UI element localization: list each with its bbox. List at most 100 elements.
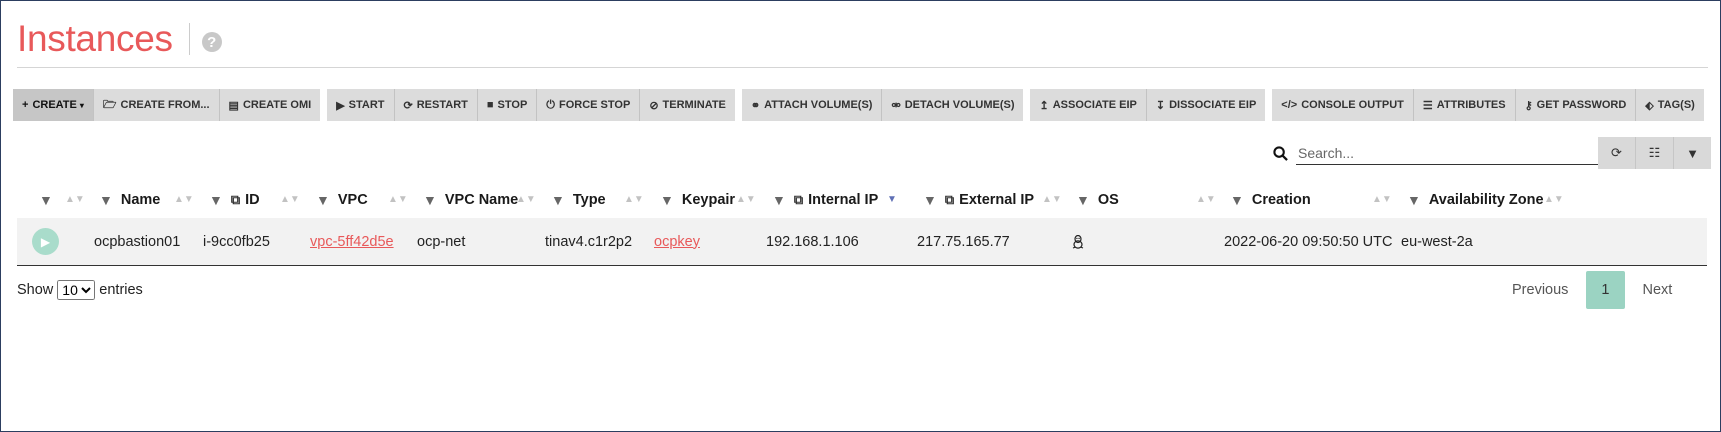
power-group: ▶ START ⟳ RESTART ■ STOP ⏻ FORCE STOP ⊘ TERMI… — [327, 89, 735, 121]
status-cell: ▶ — [32, 218, 59, 265]
console-output-label: CONSOLE OUTPUT — [1301, 99, 1404, 111]
col-type[interactable]: ▼ Type — [551, 181, 606, 218]
linux-icon — [1072, 234, 1084, 249]
col-creation-label: Creation — [1251, 191, 1311, 208]
sort-desc-icon[interactable]: ▼ — [887, 181, 897, 218]
filter-icon: ▼ — [1686, 145, 1699, 161]
filter-icon[interactable]: ▼ — [1407, 192, 1421, 208]
start-button[interactable]: ▶ START — [327, 89, 395, 121]
associate-eip-button[interactable]: ↥ ASSOCIATE EIP — [1030, 89, 1147, 121]
col-creation[interactable]: ▼ Creation — [1230, 181, 1311, 218]
col-external-ip-label: External IP — [959, 191, 1035, 208]
show-label: Show — [17, 282, 54, 298]
search-input[interactable] — [1296, 142, 1600, 165]
action-toolbar: + CREATE ▾ 🗁 CREATE FROM... ▤ CREATE OMI ▶ ST… — [13, 89, 1711, 121]
filter-icon[interactable]: ▼ — [1076, 192, 1090, 208]
tags-button[interactable]: ⬖ TAG(S) — [1636, 89, 1704, 121]
col-id[interactable]: ▼ ⧉ ID — [209, 181, 260, 218]
col-name[interactable]: ▼ Name — [99, 181, 160, 218]
unlink-icon: ⚮ — [891, 99, 901, 112]
filter-icon[interactable]: ▼ — [551, 192, 565, 208]
table-row[interactable]: ▶ ocpbastion01 i-9cc0fb25 vpc-5ff42d5e o… — [17, 218, 1707, 266]
page-1-button[interactable]: 1 — [1586, 271, 1625, 309]
sort-icon[interactable]: ▲▼ — [1042, 181, 1062, 218]
filter-icon[interactable]: ▼ — [423, 192, 437, 208]
vpc-link[interactable]: vpc-5ff42d5e — [310, 234, 394, 250]
image-icon: ▤ — [228, 99, 239, 112]
console-output-button[interactable]: </> CONSOLE OUTPUT — [1272, 89, 1414, 121]
page-size-select[interactable]: 10 — [57, 280, 96, 300]
dissociate-eip-label: DISSOCIATE EIP — [1169, 99, 1257, 111]
terminate-label: TERMINATE — [662, 99, 726, 111]
copy-icon[interactable]: ⧉ — [945, 192, 954, 208]
filter-icon[interactable]: ▼ — [1230, 192, 1244, 208]
columns-button[interactable]: ☷ — [1636, 137, 1674, 169]
copy-icon[interactable]: ⧉ — [231, 192, 240, 208]
previous-button[interactable]: Previous — [1494, 271, 1586, 309]
entries-label: entries — [99, 282, 143, 298]
filter-icon[interactable]: ▼ — [209, 192, 223, 208]
name-cell: ocpbastion01 — [94, 233, 181, 250]
sort-icon[interactable]: ▲▼ — [1372, 181, 1392, 218]
filter-icon[interactable]: ▼ — [39, 192, 53, 208]
detach-volumes-button[interactable]: ⚮ DETACH VOLUME(S) — [882, 89, 1024, 121]
associate-eip-label: ASSOCIATE EIP — [1052, 99, 1137, 111]
eip-group: ↥ ASSOCIATE EIP ↧ DISSOCIATE EIP — [1030, 89, 1266, 121]
tag-icon: ⬖ — [1645, 99, 1654, 112]
col-type-label: Type — [572, 191, 606, 208]
table-header: ▼ ▲▼ ▼ Name ▲▼ ▼ ⧉ ID ▲▼ ▼ VPC ▲▼ ▼ VPC Name … — [17, 181, 1707, 219]
create-button[interactable]: + CREATE ▾ — [13, 89, 94, 121]
restart-button[interactable]: ⟳ RESTART — [394, 89, 478, 121]
col-status[interactable]: ▼ — [39, 181, 61, 218]
attributes-button[interactable]: ☰ ATTRIBUTES — [1413, 89, 1516, 121]
filter-icon[interactable]: ▼ — [99, 192, 113, 208]
get-password-button[interactable]: ⚷ GET PASSWORD — [1515, 89, 1637, 121]
stop-button[interactable]: ■ STOP — [477, 89, 538, 121]
sort-icon[interactable]: ▲▼ — [65, 181, 85, 218]
help-icon[interactable]: ? — [201, 32, 222, 52]
filter-button[interactable]: ▼ — [1674, 137, 1711, 169]
folder-open-icon: 🗁 — [102, 98, 117, 111]
refresh-button[interactable]: ⟳ — [1598, 137, 1636, 169]
create-from-button[interactable]: 🗁 CREATE FROM... — [93, 89, 220, 121]
external-ip-cell: 217.75.165.77 — [917, 233, 1010, 250]
col-vpc-name[interactable]: ▼ VPC Name — [423, 181, 518, 218]
col-vpc[interactable]: ▼ VPC — [316, 181, 368, 218]
header-divider — [188, 23, 190, 55]
col-availability-zone[interactable]: ▼ Availability Zone — [1407, 181, 1544, 218]
col-internal-ip[interactable]: ▼ ⧉ Internal IP — [772, 181, 878, 218]
col-os[interactable]: ▼ OS — [1076, 181, 1119, 218]
page-title: Instances — [17, 18, 173, 59]
sort-icon[interactable]: ▲▼ — [516, 181, 536, 218]
sort-icon[interactable]: ▲▼ — [280, 181, 300, 218]
col-external-ip[interactable]: ▼ ⧉ External IP — [923, 181, 1034, 218]
sort-icon[interactable]: ▲▼ — [736, 181, 756, 218]
filter-icon[interactable]: ▼ — [772, 192, 786, 208]
restart-label: RESTART — [416, 99, 468, 111]
create-omi-button[interactable]: ▤ CREATE OMI — [219, 89, 321, 121]
attach-volumes-button[interactable]: ⚭ ATTACH VOLUME(S) — [741, 89, 883, 121]
play-icon: ▶ — [336, 99, 345, 112]
keypair-link[interactable]: ocpkey — [654, 234, 700, 250]
sort-icon[interactable]: ▲▼ — [1544, 181, 1564, 218]
terminate-button[interactable]: ⊘ TERMINATE — [640, 89, 735, 121]
col-keypair[interactable]: ▼ Keypair — [660, 181, 735, 218]
dissociate-eip-button[interactable]: ↧ DISSOCIATE EIP — [1146, 89, 1266, 121]
filter-icon[interactable]: ▼ — [316, 192, 330, 208]
sort-icon[interactable]: ▲▼ — [174, 181, 194, 218]
force-stop-button[interactable]: ⏻ FORCE STOP — [537, 89, 641, 121]
sort-icon[interactable]: ▲▼ — [624, 181, 644, 218]
sort-icon[interactable]: ▲▼ — [1196, 181, 1216, 218]
filter-icon[interactable]: ▼ — [660, 192, 674, 208]
filter-icon[interactable]: ▼ — [923, 192, 937, 208]
next-button[interactable]: Next — [1625, 271, 1691, 309]
running-status-icon: ▶ — [32, 228, 59, 255]
stop-label: STOP — [497, 99, 528, 111]
copy-icon[interactable]: ⧉ — [794, 192, 803, 208]
keypair-cell: ocpkey — [654, 218, 700, 265]
attributes-label: ATTRIBUTES — [1436, 99, 1506, 111]
plus-icon: + — [22, 99, 29, 111]
sort-icon[interactable]: ▲▼ — [388, 181, 408, 218]
col-name-label: Name — [120, 191, 161, 208]
code-icon: </> — [1281, 99, 1298, 111]
